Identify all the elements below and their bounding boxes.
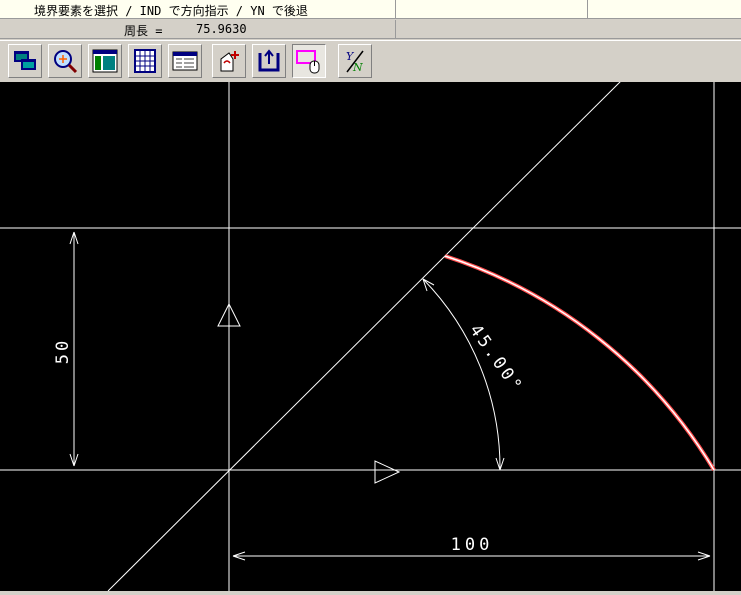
window-switch-icon [14,51,36,70]
list-window-button[interactable] [168,44,202,78]
grid-table-icon [134,49,156,73]
angle-dimension-arc [422,278,501,471]
window-switch-button[interactable] [8,44,42,78]
vertical-dimension-text: 50 [53,338,73,364]
add-element-icon [220,51,239,72]
add-element-button[interactable] [212,44,246,78]
layout-panels-icon [92,49,118,73]
toolbar: Y N [0,40,741,82]
selected-arc-core [444,255,715,471]
drawing-canvas[interactable]: 50 100 45.00° [0,79,741,592]
command-prompt-bar: 境界要素を選択 / IND で方向指示 / YN で後退 [0,0,741,19]
zoom-icon [54,50,78,74]
perimeter-label: 周長 = [124,24,163,38]
direction-right-triangle [374,460,401,484]
angle-dimension-text: 45.00° [465,321,527,398]
pick-with-mouse-icon [296,50,320,74]
pick-with-mouse-button[interactable] [292,44,326,78]
boundary-select-icon [258,49,280,72]
zoom-button[interactable] [48,44,82,78]
measurement-bar: 周長 = 75.9630 [0,20,741,39]
grid-table-button[interactable] [128,44,162,78]
list-window-icon [172,51,198,71]
selected-arc[interactable] [444,254,716,472]
diagonal-line [107,79,623,592]
yes-no-button[interactable]: Y N [338,44,372,78]
horizontal-dimension-text: 100 [451,535,494,555]
command-prompt-text: 境界要素を選択 / IND で方向指示 / YN で後退 [34,4,308,18]
yes-no-icon: Y N [346,50,364,74]
perimeter-value: 75.9630 [196,22,247,36]
angle-dimension-arrows [422,278,505,471]
boundary-select-button[interactable] [252,44,286,78]
layout-panels-button[interactable] [88,44,122,78]
